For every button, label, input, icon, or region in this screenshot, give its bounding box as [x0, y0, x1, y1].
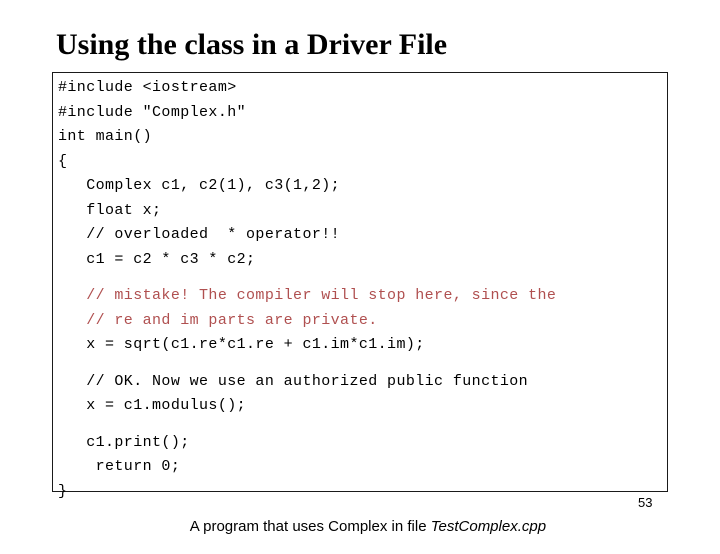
- code-line: // overloaded * operator!!: [58, 226, 341, 243]
- code-line: c1 = c2 * c3 * c2;: [58, 250, 256, 268]
- page-number: 53: [638, 495, 653, 510]
- code-line: return 0;: [58, 458, 181, 475]
- code-listing: #include <iostream> #include "Complex.h" i…: [58, 76, 664, 504]
- code-line: int main(): [58, 128, 153, 145]
- caption-prefix: A program that uses Complex in file: [189, 518, 431, 535]
- code-line: #include <iostream>: [58, 79, 237, 96]
- code-line: Complex c1, c2(1), c3(1,2);: [58, 177, 341, 194]
- code-line: c1.print();: [58, 433, 190, 451]
- code-listing-box: #include <iostream> #include "Complex.h" i…: [52, 72, 668, 500]
- code-line: #include "Complex.h": [58, 103, 247, 121]
- code-line: x = c1.modulus();: [58, 397, 247, 414]
- code-line: float x;: [58, 201, 162, 219]
- code-line: x = sqrt(c1.re*c1.re + c1.im*c1.im);: [58, 336, 425, 353]
- code-line: // mistake! The compiler will stop here,…: [58, 287, 557, 304]
- code-line: {: [58, 152, 68, 170]
- slide-canvas: Using the class in a Driver File #includ…: [0, 0, 720, 540]
- code-line: // re and im parts are private.: [58, 311, 378, 329]
- page-title: Using the class in a Driver File: [56, 28, 448, 61]
- caption-filename: TestComplex.cpp: [430, 518, 547, 535]
- figure-caption: A program that uses Complex in file Test…: [0, 500, 720, 554]
- code-line: // OK. Now we use an authorized public f…: [58, 372, 529, 390]
